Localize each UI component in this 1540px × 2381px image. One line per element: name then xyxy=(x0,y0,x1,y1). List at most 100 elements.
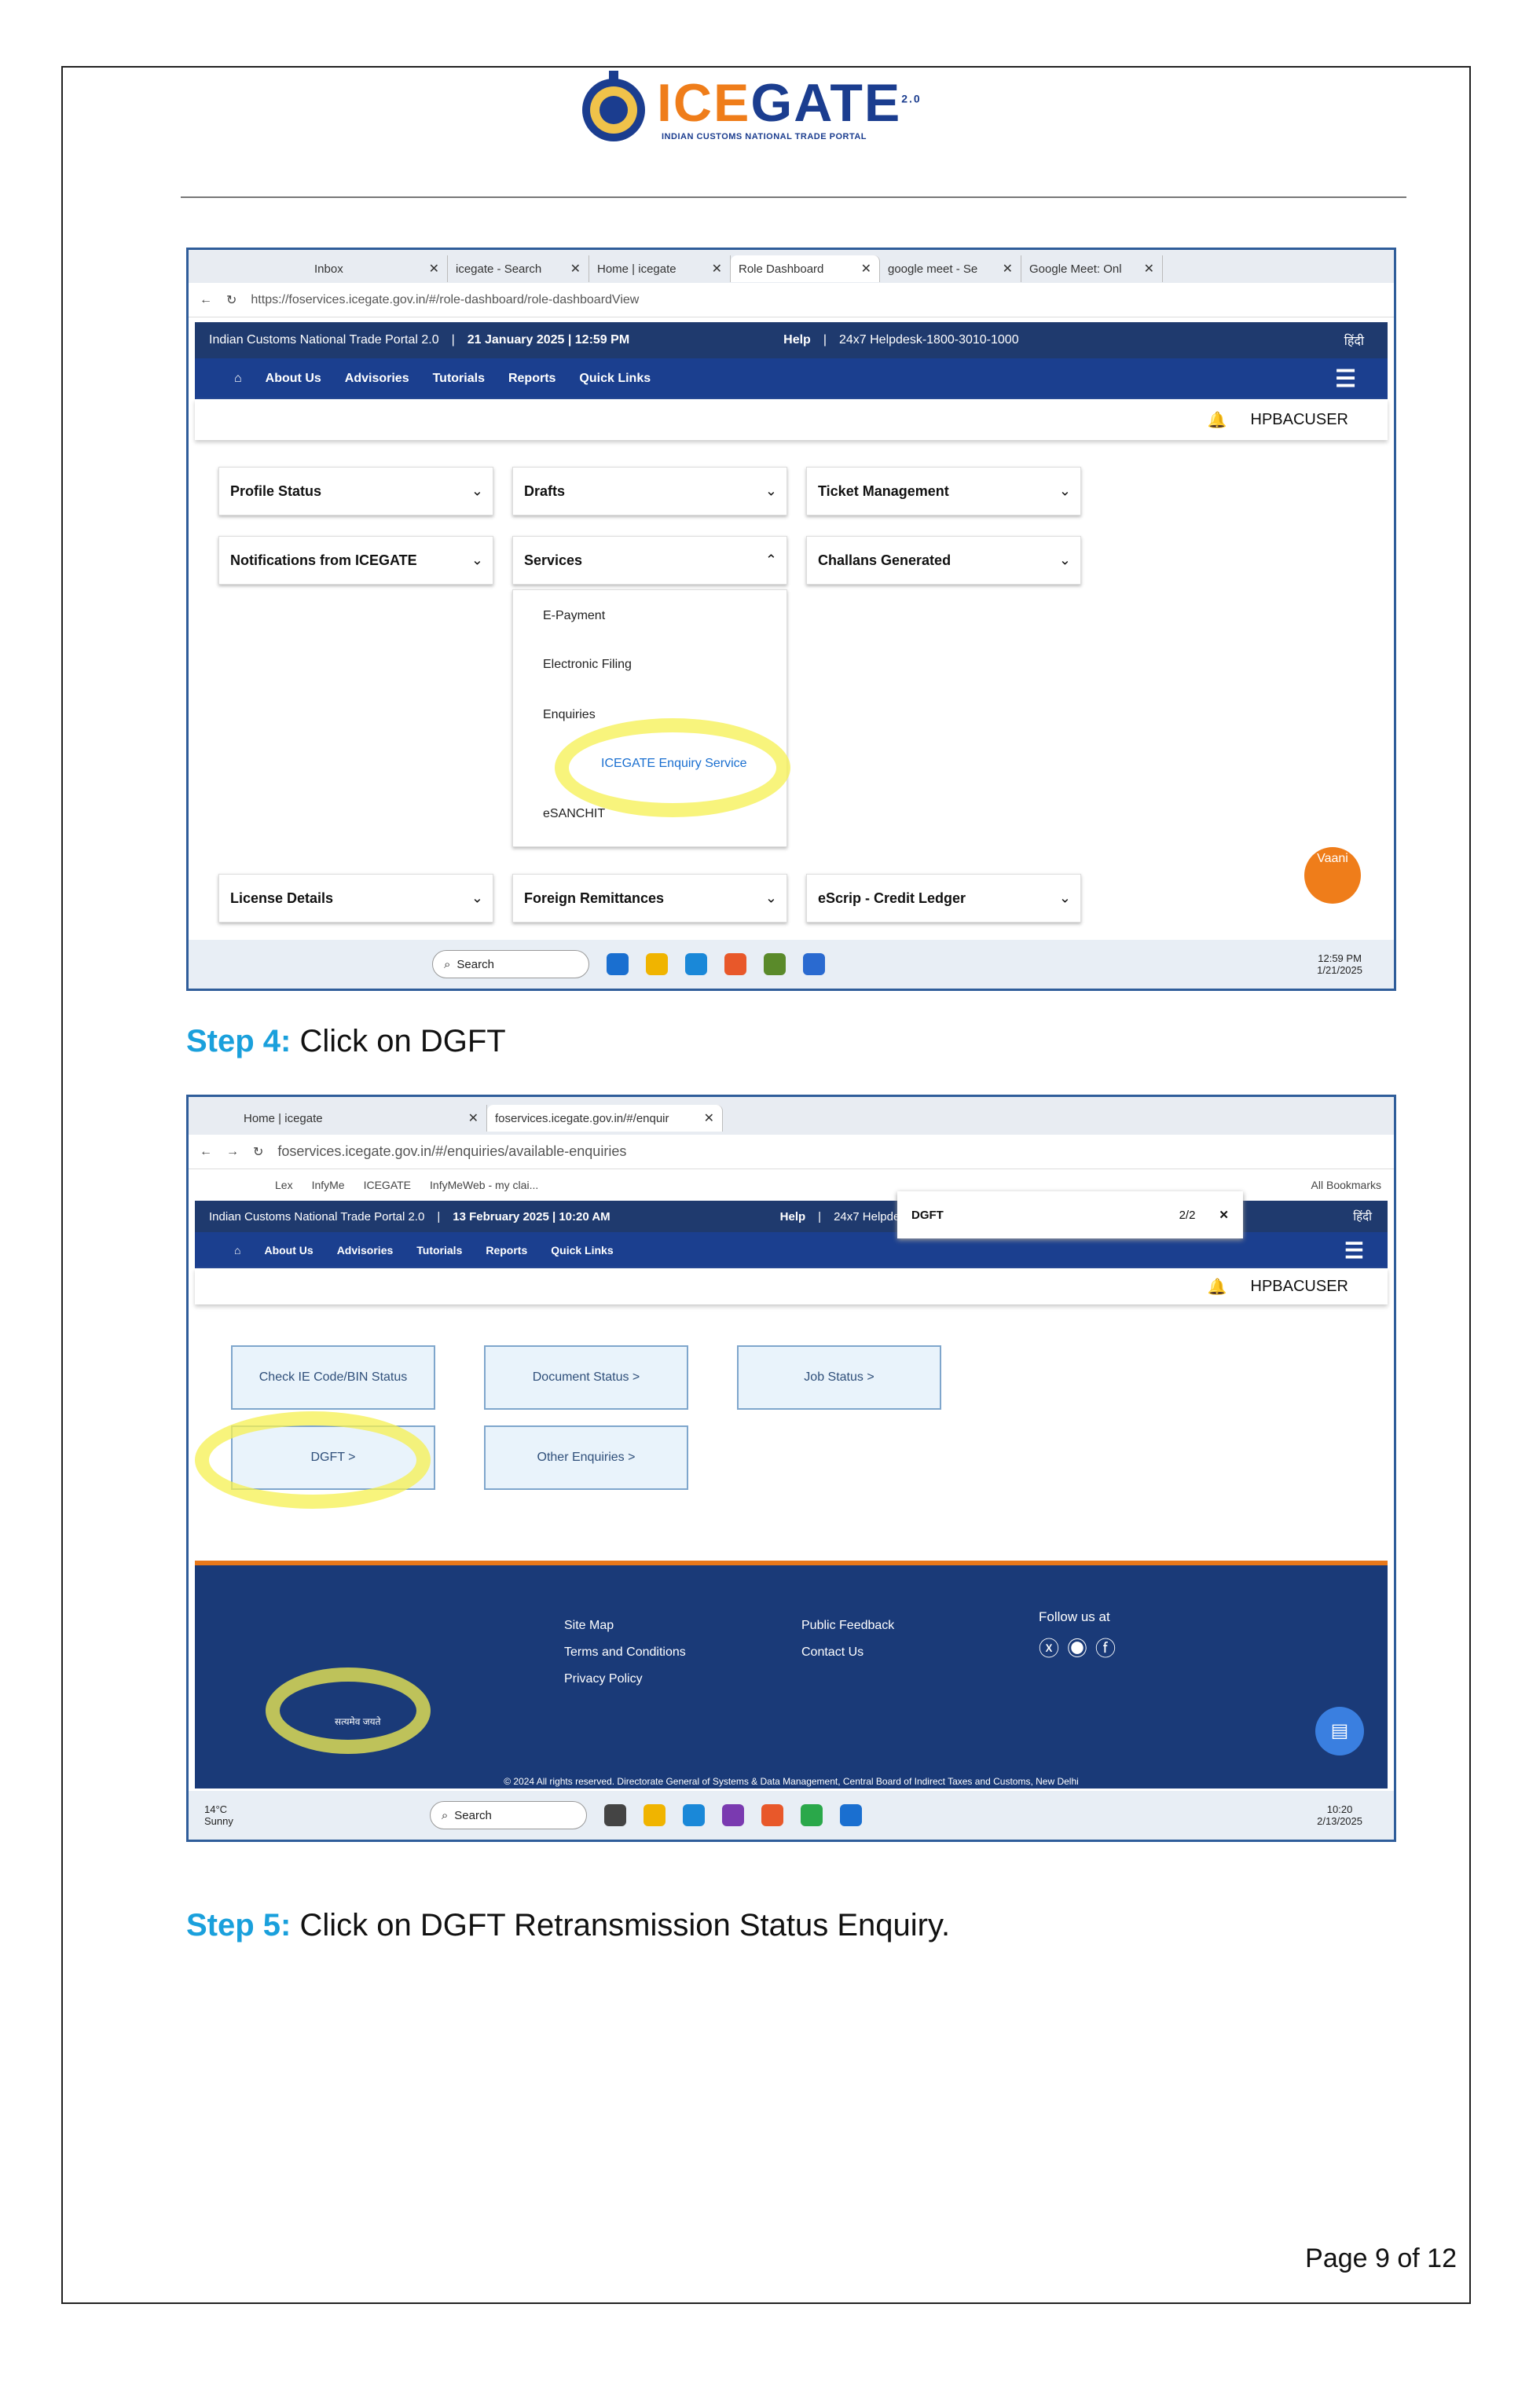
bookmark-icegate[interactable]: ICEGATE xyxy=(364,1179,411,1191)
onenote-icon[interactable] xyxy=(721,1804,744,1826)
service-esanchit[interactable]: eSANCHIT xyxy=(543,807,605,821)
home-icon[interactable]: ⌂ xyxy=(234,372,242,386)
edge-icon[interactable] xyxy=(607,953,629,975)
bookmark-lex[interactable]: Lex xyxy=(275,1179,293,1191)
help-link[interactable]: Help xyxy=(783,333,811,347)
nav-reports[interactable]: Reports xyxy=(486,1244,527,1257)
chrome-icon[interactable] xyxy=(800,1804,823,1826)
icegate-logo: ICEGATE2.0 INDIAN CUSTOMS NATIONAL TRADE… xyxy=(575,66,920,151)
tab-home-icegate[interactable]: Home | icegate ✕ xyxy=(589,255,731,282)
card-escrip[interactable]: eScrip - Credit Ledger ⌄ xyxy=(806,874,1081,923)
card-challans[interactable]: Challans Generated ⌄ xyxy=(806,536,1081,585)
user-bar: 🔔 HPBACUSER xyxy=(195,1268,1388,1304)
back-icon[interactable]: ← xyxy=(200,1145,212,1159)
app-icon[interactable] xyxy=(724,953,746,975)
other-enquiries-button[interactable]: Other Enquiries > xyxy=(484,1425,688,1490)
user-menu[interactable]: HPBACUSER xyxy=(1251,1278,1348,1296)
card-notifications[interactable]: Notifications from ICEGATE ⌄ xyxy=(218,536,493,585)
logo-subtitle: INDIAN CUSTOMS NATIONAL TRADE PORTAL xyxy=(662,132,867,141)
home-icon[interactable]: ⌂ xyxy=(234,1244,240,1257)
browser-tabbar: Inbox ✕ icegate - Search ✕ Home | icegate ✕… xyxy=(189,250,1394,283)
tab-inbox[interactable]: Inbox ✕ xyxy=(306,255,448,282)
reload-icon[interactable]: ↻ xyxy=(253,1144,263,1160)
bell-icon[interactable]: 🔔 xyxy=(1208,410,1227,430)
bookmark-all[interactable]: All Bookmarks xyxy=(1311,1179,1381,1191)
footer-contact[interactable]: Contact Us xyxy=(801,1639,894,1666)
nav-about[interactable]: About Us xyxy=(266,372,321,386)
tab-home-icegate[interactable]: Home | icegate ✕ xyxy=(236,1105,487,1132)
nav-about[interactable]: About Us xyxy=(264,1244,313,1257)
card-services[interactable]: Services ⌃ xyxy=(512,536,787,585)
edge-icon[interactable] xyxy=(839,1804,862,1826)
card-profile-status[interactable]: Profile Status ⌄ xyxy=(218,467,493,515)
app-icon[interactable] xyxy=(603,1804,626,1826)
browser-tabbar: Home | icegate ✕ foservices.icegate.gov.i… xyxy=(189,1097,1394,1135)
clock: 12:59 PM 1/21/2025 xyxy=(1317,952,1362,976)
screenshot-enquiries: Home | icegate ✕ foservices.icegate.gov.i… xyxy=(186,1095,1396,1842)
nav-quick-links[interactable]: Quick Links xyxy=(579,372,651,386)
folder-icon[interactable] xyxy=(643,1804,666,1826)
social-icons[interactable]: ⓧ◉ⓕ xyxy=(1039,1633,1124,1662)
bell-icon[interactable]: 🔔 xyxy=(1208,1277,1227,1297)
copyright: © 2024 All rights reserved. Directorate … xyxy=(504,1776,1079,1787)
search-icon: ⌕ xyxy=(444,957,451,971)
url-field[interactable]: https://foservices.icegate.gov.in/#/role… xyxy=(251,293,639,307)
card-drafts[interactable]: Drafts ⌄ xyxy=(512,467,787,515)
reload-icon[interactable]: ↻ xyxy=(226,292,236,308)
card-ticket-management[interactable]: Ticket Management ⌄ xyxy=(806,467,1081,515)
url-field[interactable]: foservices.icegate.gov.in/#/enquiries/av… xyxy=(277,1143,626,1160)
address-bar: ← → ↻ foservices.icegate.gov.in/#/enquirie… xyxy=(189,1135,1394,1169)
nav-advisories[interactable]: Advisories xyxy=(337,1244,394,1257)
outlook-icon[interactable] xyxy=(685,953,707,975)
user-bar: 🔔 HPBACUSER xyxy=(195,399,1388,440)
nav-tutorials[interactable]: Tutorials xyxy=(433,372,485,386)
taskbar-search[interactable]: ⌕ Search xyxy=(432,950,589,978)
windows-taskbar: ⌕ Search 12:59 PM 1/21/2025 xyxy=(189,940,1394,989)
chat-button[interactable]: ▤ xyxy=(1315,1707,1364,1755)
document-status-button[interactable]: Document Status > xyxy=(484,1345,688,1410)
page-number: Page 9 of 12 xyxy=(1305,2243,1457,2273)
find-bar[interactable]: DGFT 2/2 ✕ xyxy=(897,1191,1243,1238)
forward-icon[interactable]: → xyxy=(226,1145,239,1159)
back-icon[interactable]: ← xyxy=(200,293,212,307)
footer-terms[interactable]: Terms and Conditions xyxy=(564,1639,686,1666)
job-status-button[interactable]: Job Status > xyxy=(737,1345,941,1410)
card-license[interactable]: License Details ⌄ xyxy=(218,874,493,923)
footer-privacy[interactable]: Privacy Policy xyxy=(564,1666,686,1693)
bookmark-infyme[interactable]: InfyMe xyxy=(312,1179,345,1191)
nav-tutorials[interactable]: Tutorials xyxy=(416,1244,462,1257)
footer-sitemap[interactable]: Site Map xyxy=(564,1612,686,1639)
service-electronic-filing[interactable]: Electronic Filing xyxy=(543,658,632,672)
menu-icon[interactable]: ☰ xyxy=(1335,365,1356,393)
nav-reports[interactable]: Reports xyxy=(508,372,556,386)
app-icon[interactable] xyxy=(761,1804,783,1826)
nav-advisories[interactable]: Advisories xyxy=(345,372,409,386)
card-foreign-remittances[interactable]: Foreign Remittances ⌄ xyxy=(512,874,787,923)
hindi-link[interactable]: हिंदी xyxy=(1344,332,1364,349)
taskbar-search[interactable]: ⌕ Search xyxy=(429,1801,587,1829)
menu-icon[interactable]: ☰ xyxy=(1344,1238,1364,1264)
weather: 14°C Sunny xyxy=(204,1803,233,1827)
service-epayment[interactable]: E-Payment xyxy=(543,609,605,623)
tab-google-meet[interactable]: Google Meet: Onl ✕ xyxy=(1021,255,1163,282)
teams-icon[interactable] xyxy=(803,953,825,975)
folder-icon[interactable] xyxy=(646,953,668,975)
tab-icegate-search[interactable]: icegate - Search ✕ xyxy=(448,255,589,282)
check-iec-button[interactable]: Check IE Code/BIN Status xyxy=(231,1345,435,1410)
user-menu[interactable]: HPBACUSER xyxy=(1251,411,1348,429)
customs-emblem-icon xyxy=(582,71,645,141)
highlight-mark xyxy=(555,718,790,817)
divider xyxy=(181,196,1406,198)
app-icon[interactable] xyxy=(764,953,786,975)
nav-quick-links[interactable]: Quick Links xyxy=(551,1244,613,1257)
bookmark-infymeweb[interactable]: InfyMeWeb - my clai... xyxy=(430,1179,538,1191)
footer-feedback[interactable]: Public Feedback xyxy=(801,1612,894,1639)
tab-role-dashboard[interactable]: Role Dashboard ✕ xyxy=(731,255,880,282)
screenshot-role-dashboard: Inbox ✕ icegate - Search ✕ Home | icegate ✕… xyxy=(186,248,1396,991)
vaani-chat-button[interactable]: Vaani xyxy=(1304,847,1361,904)
outlook-icon[interactable] xyxy=(682,1804,705,1826)
tab-google-meet-search[interactable]: google meet - Se ✕ xyxy=(880,255,1021,282)
service-enquiries[interactable]: Enquiries xyxy=(543,708,596,722)
windows-taskbar: 14°C Sunny ⌕ Search 10:20 2/13/2025 xyxy=(189,1791,1394,1840)
tab-foservices[interactable]: foservices.icegate.gov.in/#/enquir ✕ xyxy=(487,1105,723,1132)
